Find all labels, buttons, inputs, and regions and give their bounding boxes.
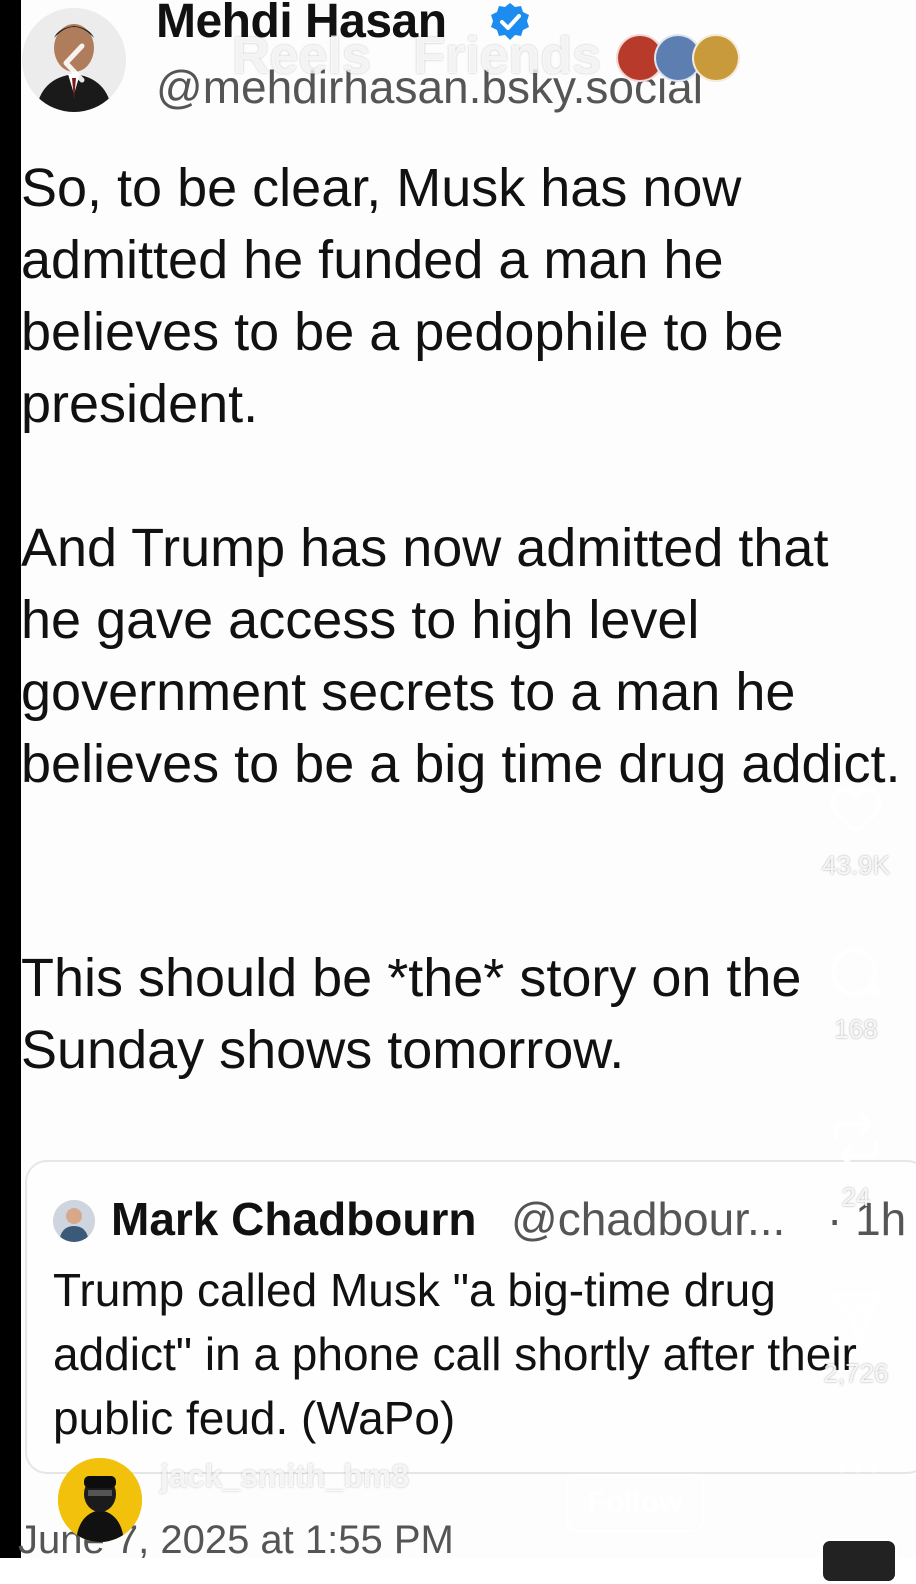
repost-icon[interactable]	[824, 1108, 888, 1172]
audio-thumbnail[interactable]	[820, 1538, 898, 1584]
heart-icon[interactable]	[824, 776, 888, 840]
like-action[interactable]: 43.9K	[806, 776, 906, 881]
follow-button[interactable]: Follow	[566, 1474, 704, 1532]
comment-icon[interactable]	[824, 940, 888, 1004]
creator-username[interactable]: jack_smith_bm8	[160, 1458, 409, 1495]
quoted-post[interactable]: Mark Chadbourn @chadbour... · 1h Trump c…	[25, 1160, 916, 1474]
friend-avatars[interactable]	[616, 34, 746, 82]
comment-count: 168	[834, 1014, 878, 1044]
quoted-post-text: Trump called Musk "a big-time drug addic…	[53, 1264, 857, 1444]
chevron-left-icon[interactable]	[58, 42, 88, 84]
post-paragraph: So, to be clear, Musk has now admitted h…	[21, 158, 784, 434]
tab-reels[interactable]: Reels	[232, 27, 371, 85]
share-count: 2,726	[823, 1358, 889, 1388]
reels-tab-bar: Reels Friends	[232, 26, 639, 86]
tab-friends[interactable]: Friends	[413, 27, 601, 85]
friend-avatar	[692, 34, 740, 82]
repost-action[interactable]: 24	[806, 1108, 906, 1213]
left-edge-bar	[0, 0, 21, 1558]
share-action[interactable]: 2,726	[806, 1284, 906, 1389]
quoted-author-name: Mark Chadbourn	[111, 1193, 477, 1245]
repost-count: 24	[841, 1182, 871, 1212]
like-count: 43.9K	[822, 850, 890, 880]
comment-action[interactable]: 168	[806, 940, 906, 1045]
send-icon[interactable]	[824, 1284, 888, 1348]
post-paragraph: And Trump has now admitted that he gave …	[21, 518, 901, 794]
quoted-author-handle: @chadbour...	[511, 1193, 786, 1245]
post-paragraph: This should be *the* story on the Sunday…	[21, 948, 802, 1080]
more-icon[interactable]	[836, 1460, 880, 1476]
creator-avatar[interactable]	[58, 1458, 142, 1542]
quoted-author-avatar	[53, 1200, 95, 1242]
